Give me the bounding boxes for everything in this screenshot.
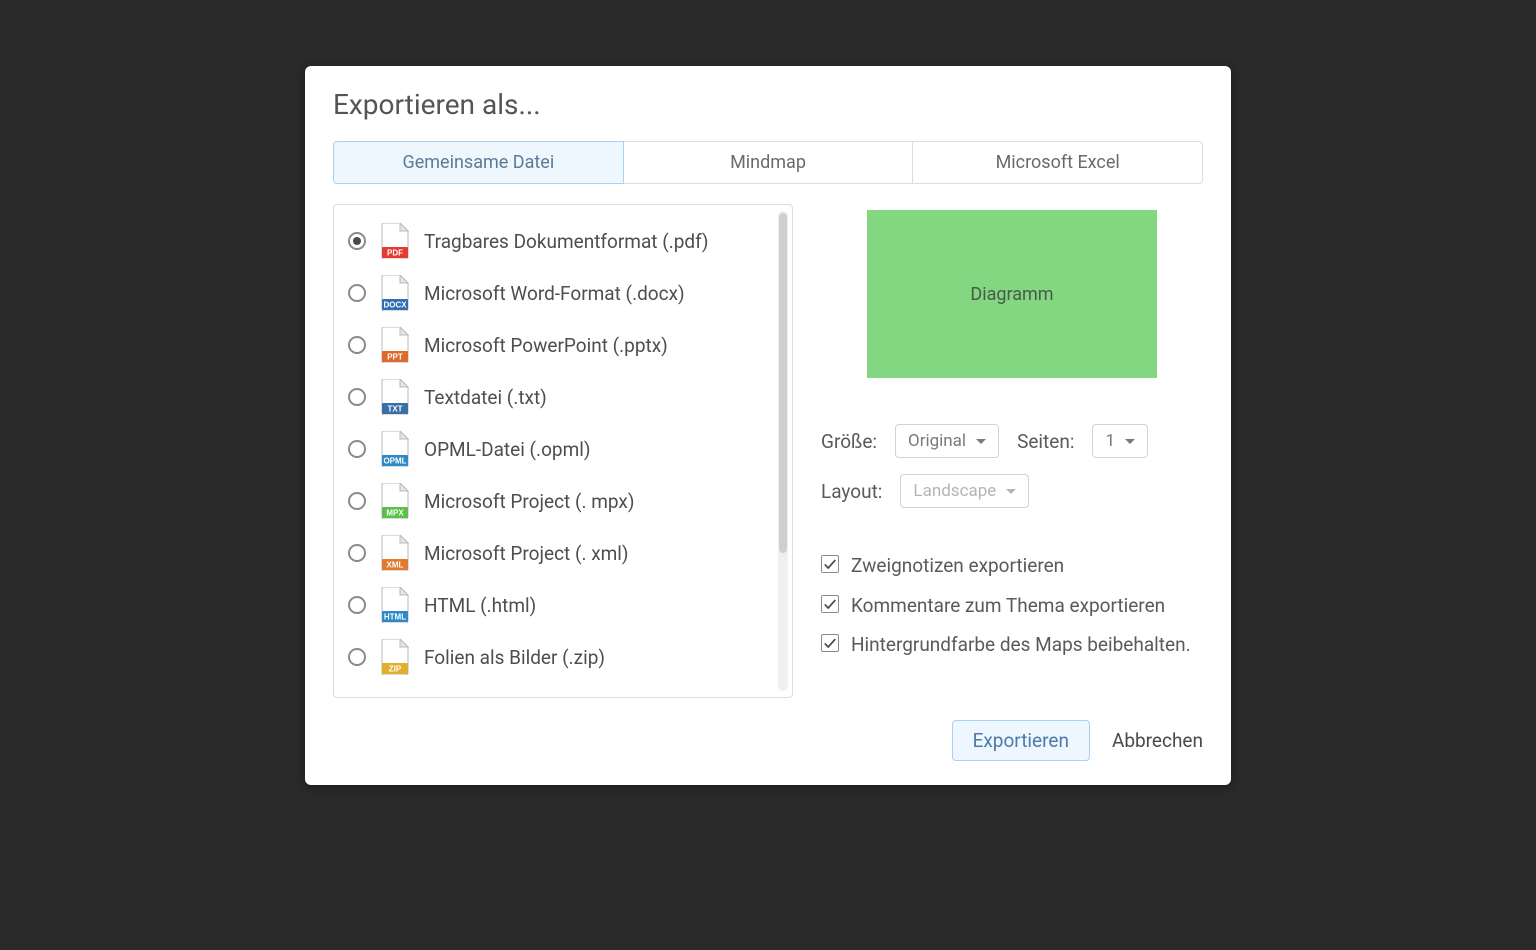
format-label: Microsoft Project (. xml) [424, 542, 629, 565]
check-row[interactable]: Kommentare zum Thema exportieren [821, 592, 1203, 620]
tab-mindmap[interactable]: Mindmap [624, 141, 914, 184]
format-radio[interactable] [348, 544, 366, 562]
svg-text:TXT: TXT [387, 404, 402, 413]
pdf-file-icon: PDF [380, 223, 410, 259]
format-label: Microsoft PowerPoint (.pptx) [424, 334, 668, 357]
layout-label: Layout: [821, 480, 882, 503]
xml-file-icon: XML [380, 535, 410, 571]
format-label: Microsoft Word-Format (.docx) [424, 282, 685, 305]
svg-text:OPML: OPML [383, 456, 406, 465]
layout-value: Landscape [913, 481, 996, 501]
format-label: Folien als Bilder (.zip) [424, 646, 605, 669]
checkbox[interactable] [821, 555, 839, 573]
cancel-button-label: Abbrechen [1112, 729, 1203, 752]
svg-text:ZIP: ZIP [389, 664, 402, 673]
preview-label: Diagramm [970, 284, 1053, 305]
dialog-title: Exportieren als... [305, 66, 1231, 129]
format-row[interactable]: XML Microsoft Project (. xml) [348, 527, 772, 579]
format-radio[interactable] [348, 648, 366, 666]
tab-label: Gemeinsame Datei [402, 152, 554, 173]
size-select[interactable]: Original [895, 424, 999, 458]
format-radio[interactable] [348, 336, 366, 354]
svg-text:PDF: PDF [387, 248, 403, 257]
docx-file-icon: DOCX [380, 275, 410, 311]
format-row[interactable]: TXT Textdatei (.txt) [348, 371, 772, 423]
format-scrollbar[interactable] [778, 211, 788, 691]
checkbox[interactable] [821, 595, 839, 613]
cancel-button[interactable]: Abbrechen [1112, 729, 1203, 752]
format-radio[interactable] [348, 284, 366, 302]
pages-select[interactable]: 1 [1092, 424, 1148, 458]
format-scrollbar-thumb[interactable] [779, 213, 787, 553]
opml-file-icon: OPML [380, 431, 410, 467]
format-label: Textdatei (.txt) [424, 386, 547, 409]
ppt-file-icon: PPT [380, 327, 410, 363]
format-radio[interactable] [348, 388, 366, 406]
tab-label: Mindmap [730, 152, 806, 173]
format-row[interactable]: ZIP Folien als Bilder (.zip) [348, 631, 772, 683]
size-label: Größe: [821, 430, 877, 453]
format-list-box: PDF Tragbares Dokumentformat (.pdf) DOCX… [333, 204, 793, 698]
format-row[interactable]: DOCX Microsoft Word-Format (.docx) [348, 267, 772, 319]
format-row[interactable]: PDF Tragbares Dokumentformat (.pdf) [348, 215, 772, 267]
tabs: Gemeinsame Datei Mindmap Microsoft Excel [333, 141, 1203, 184]
txt-file-icon: TXT [380, 379, 410, 415]
export-dialog: Exportieren als... Gemeinsame Datei Mind… [305, 66, 1231, 785]
format-row[interactable]: HTML HTML (.html) [348, 579, 772, 631]
format-label: HTML (.html) [424, 594, 536, 617]
dialog-footer: Exportieren Abbrechen [305, 716, 1231, 785]
options-grid: Größe: Original Seiten: 1 [821, 424, 1203, 508]
format-label: OPML-Datei (.opml) [424, 438, 590, 461]
size-value: Original [908, 431, 966, 451]
tab-common-file[interactable]: Gemeinsame Datei [333, 141, 624, 184]
svg-text:MPX: MPX [386, 508, 404, 517]
zip-file-icon: ZIP [380, 639, 410, 675]
checkbox[interactable] [821, 634, 839, 652]
mpx-file-icon: MPX [380, 483, 410, 519]
tab-excel[interactable]: Microsoft Excel [913, 141, 1203, 184]
format-label: Tragbares Dokumentformat (.pdf) [424, 230, 709, 253]
format-radio[interactable] [348, 440, 366, 458]
format-row[interactable]: MPX Microsoft Project (. mpx) [348, 475, 772, 527]
html-file-icon: HTML [380, 587, 410, 623]
layout-select[interactable]: Landscape [900, 474, 1029, 508]
check-label: Hintergrundfarbe des Maps beibehalten. [849, 631, 1191, 659]
chevron-down-icon [1125, 439, 1135, 444]
format-radio[interactable] [348, 232, 366, 250]
svg-text:XML: XML [387, 560, 404, 569]
format-list: PDF Tragbares Dokumentformat (.pdf) DOCX… [334, 205, 778, 697]
check-row[interactable]: Zweignotizen exportieren [821, 552, 1203, 580]
pages-label: Seiten: [1017, 430, 1074, 453]
preview-box: Diagramm [867, 210, 1157, 378]
checkbox-group: Zweignotizen exportieren Kommentare zum T… [821, 552, 1203, 659]
format-radio[interactable] [348, 596, 366, 614]
check-label: Zweignotizen exportieren [849, 552, 1064, 580]
chevron-down-icon [1006, 489, 1016, 494]
format-row[interactable]: OPML OPML-Datei (.opml) [348, 423, 772, 475]
chevron-down-icon [976, 439, 986, 444]
format-label: Microsoft Project (. mpx) [424, 490, 634, 513]
format-radio[interactable] [348, 492, 366, 510]
svg-text:PPT: PPT [387, 352, 403, 361]
check-row[interactable]: Hintergrundfarbe des Maps beibehalten. [821, 631, 1203, 659]
export-options: Diagramm Größe: Original Seiten: 1 [821, 204, 1203, 698]
format-row[interactable]: PPT Microsoft PowerPoint (.pptx) [348, 319, 772, 371]
svg-text:DOCX: DOCX [383, 300, 407, 309]
tab-label: Microsoft Excel [996, 152, 1120, 173]
export-button[interactable]: Exportieren [952, 720, 1090, 761]
svg-text:HTML: HTML [384, 612, 406, 621]
export-button-label: Exportieren [973, 729, 1069, 752]
pages-value: 1 [1105, 431, 1115, 451]
check-label: Kommentare zum Thema exportieren [849, 592, 1165, 620]
